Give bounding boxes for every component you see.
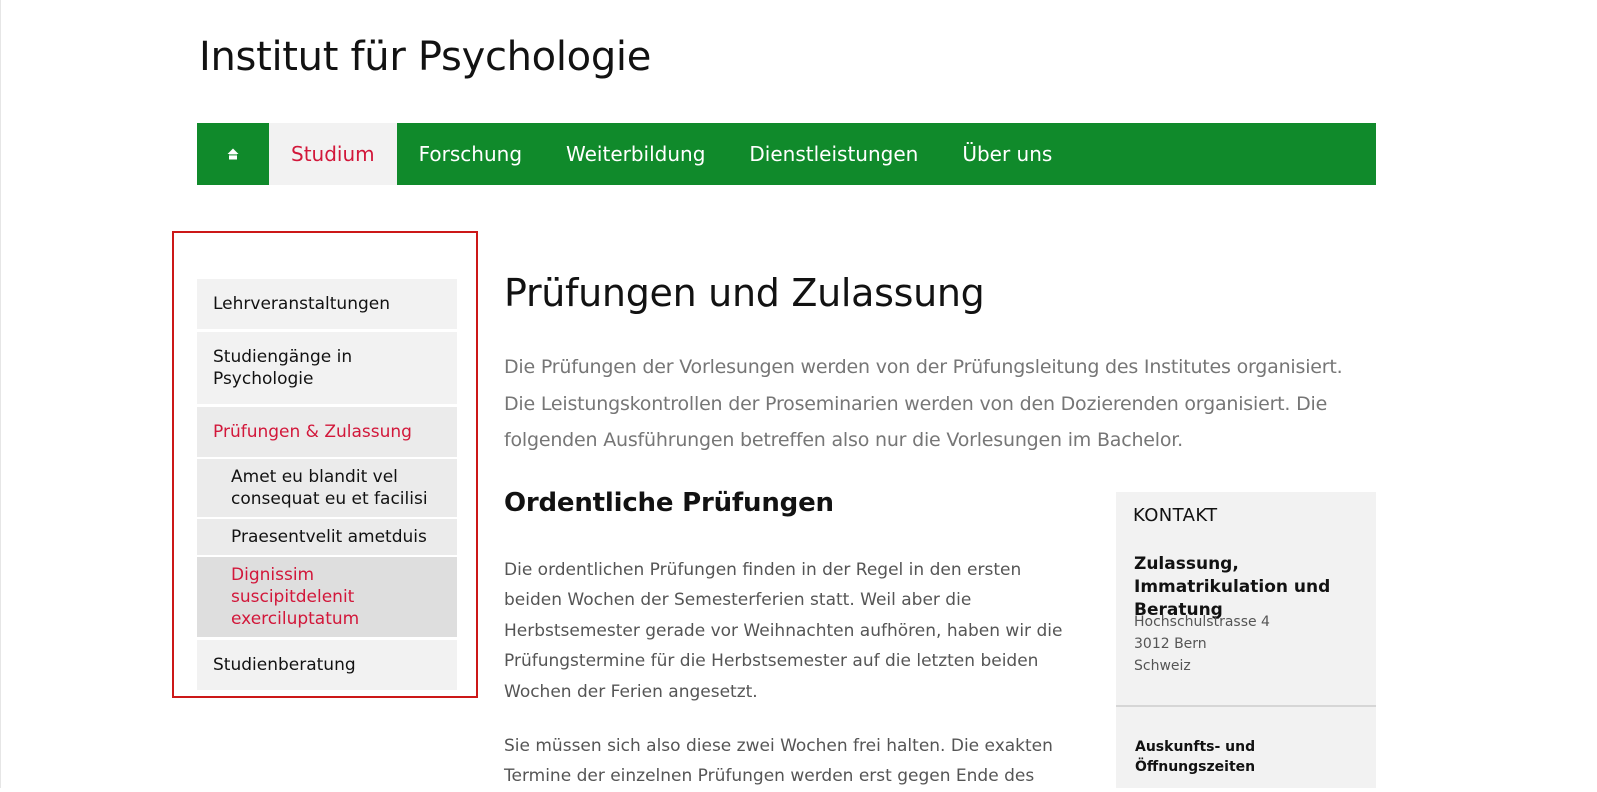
nav-item-studium[interactable]: Studium — [269, 123, 397, 185]
body-paragraph-1: Die ordentlichen Prüfungen finden in der… — [504, 560, 1063, 702]
sidebar-item-lehrveranstaltungen[interactable]: Lehrveranstaltungen — [197, 279, 457, 332]
contact-city: 3012 Bern — [1134, 636, 1207, 652]
contact-heading: KONTAKT — [1133, 505, 1218, 526]
contact-divider — [1116, 705, 1376, 707]
nav-item-weiterbildung[interactable]: Weiterbildung — [544, 123, 727, 185]
sidebar-item-pruefungen-zulassung[interactable]: Prüfungen & Zulassung — [197, 407, 457, 459]
nav-item-ueber-uns[interactable]: Über uns — [940, 123, 1074, 185]
contact-street: Hochschulstrasse 4 — [1134, 614, 1270, 630]
contact-address: Hochschulstrasse 4 3012 Bern Schweiz — [1134, 611, 1270, 677]
sidebar-item-studiengaenge[interactable]: Studiengänge in Psychologie — [197, 332, 457, 407]
site-title[interactable]: Institut für Psychologie — [199, 31, 651, 83]
contact-hours-toggle[interactable]: Auskunfts- und Öffnungszeiten — [1135, 737, 1376, 777]
body-paragraph-2: Sie müssen sich also diese zwei Wochen f… — [504, 736, 1053, 787]
sidebar-subitem-dignissim[interactable]: Dignissim suscipitdelenit exerciluptatum — [197, 557, 457, 640]
lead-paragraph: Die Prüfungen der Vorlesungen werden von… — [504, 356, 1343, 451]
nav-item-forschung[interactable]: Forschung — [397, 123, 544, 185]
section-title-ordentliche-pruefungen: Ordentliche Prüfungen — [504, 488, 834, 518]
page-title: Prüfungen und Zulassung — [504, 271, 985, 315]
nav-item-dienstleistungen[interactable]: Dienstleistungen — [727, 123, 940, 185]
contact-box: KONTAKT Zulassung, Immatrikulation und B… — [1116, 492, 1376, 788]
sidebar-navigation: Lehrveranstaltungen Studiengänge in Psyc… — [197, 279, 457, 690]
sidebar-item-studienberatung[interactable]: Studienberatung — [197, 640, 457, 690]
contact-country: Schweiz — [1134, 658, 1191, 674]
page-edge-rule — [0, 0, 1, 788]
nav-home-button[interactable] — [197, 123, 269, 185]
main-navigation: Studium Forschung Weiterbildung Dienstle… — [197, 123, 1376, 185]
home-icon — [227, 148, 239, 160]
sidebar-subitem-amet-eu-blandit[interactable]: Amet eu blandit vel consequat eu et faci… — [197, 459, 457, 519]
sidebar-subitem-praesentvelit[interactable]: Praesentvelit ametduis — [197, 519, 457, 557]
